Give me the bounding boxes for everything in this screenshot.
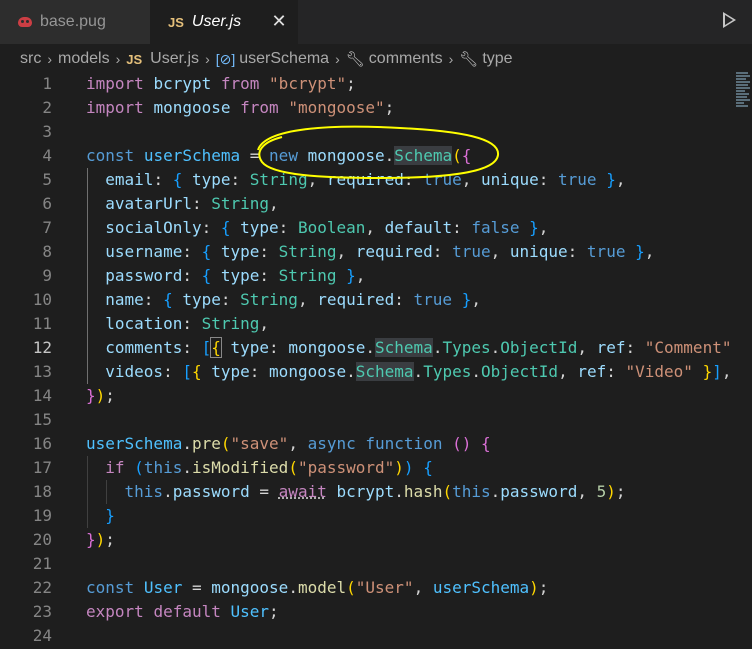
code-text: export default User; xyxy=(86,602,279,621)
code-text: socialOnly: { type: Boolean, default: fa… xyxy=(105,218,549,237)
line-number: 12 xyxy=(32,338,52,357)
code-text: comments: [{ type: mongoose.Schema.Types… xyxy=(105,337,732,358)
chevron-right-icon: › xyxy=(47,51,52,67)
code-line: 7 socialOnly: { type: Boolean, default: … xyxy=(0,216,752,240)
line-number: 6 xyxy=(42,194,52,213)
code-text: if (this.isModified("password")) { xyxy=(105,458,433,477)
close-icon[interactable]: ✕ xyxy=(270,11,288,31)
code-line: 1 import bcrypt from "bcrypt"; xyxy=(0,72,752,96)
breadcrumb: src › models › JS User.js › [⊘] userSche… xyxy=(20,46,513,72)
code-text: userSchema.pre("save", async function ()… xyxy=(86,434,491,453)
code-line: 3 xyxy=(0,120,752,144)
breadcrumb-item-models[interactable]: models xyxy=(58,50,110,68)
code-line: 11 location: String, xyxy=(0,312,752,336)
line-number: 2 xyxy=(42,98,52,117)
code-text: }); xyxy=(86,386,115,405)
code-text: username: { type: String, required: true… xyxy=(105,242,655,261)
code-text: avatarUrl: String, xyxy=(105,194,279,213)
code-text: password: { type: String }, xyxy=(105,266,366,285)
code-line: 18 this.password = await bcrypt.hash(thi… xyxy=(0,480,752,504)
code-text: }); xyxy=(86,530,115,549)
code-line: 21 xyxy=(0,552,752,576)
breadcrumb-item-type[interactable]: type xyxy=(482,50,512,68)
code-line-current: 12 comments: [{ type: mongoose.Schema.Ty… xyxy=(0,336,752,360)
code-text: import mongoose from "mongoose"; xyxy=(86,98,395,117)
code-line: 8 username: { type: String, required: tr… xyxy=(0,240,752,264)
tab-label: User.js xyxy=(191,13,242,30)
chevron-right-icon: › xyxy=(335,51,340,67)
line-number: 20 xyxy=(32,530,52,549)
code-line: 15 xyxy=(0,408,752,432)
pug-file-icon xyxy=(18,17,32,27)
line-number: 23 xyxy=(32,602,52,621)
line-number: 13 xyxy=(32,362,52,381)
code-line: 19 } xyxy=(0,504,752,528)
code-text: } xyxy=(105,506,115,525)
code-text: import bcrypt from "bcrypt"; xyxy=(86,74,356,93)
code-line: 2 import mongoose from "mongoose"; xyxy=(0,96,752,120)
line-number: 7 xyxy=(42,218,52,237)
line-number: 17 xyxy=(32,458,52,477)
breadcrumb-item-comments[interactable]: comments xyxy=(369,50,443,68)
line-number: 11 xyxy=(32,314,52,333)
code-line: 10 name: { type: String, required: true … xyxy=(0,288,752,312)
chevron-right-icon: › xyxy=(448,51,454,67)
code-line: 16 userSchema.pre("save", async function … xyxy=(0,432,752,456)
line-number: 19 xyxy=(32,506,52,525)
line-number: 21 xyxy=(32,554,52,573)
chevron-right-icon: › xyxy=(115,51,121,67)
code-line: 9 password: { type: String }, xyxy=(0,264,752,288)
code-text: videos: [{ type: mongoose.Schema.Types.O… xyxy=(105,362,732,381)
breadcrumb-item-file[interactable]: User.js xyxy=(150,50,199,68)
wrench-icon: 🔧︎ xyxy=(459,51,479,68)
line-number: 9 xyxy=(42,266,52,285)
run-icon[interactable] xyxy=(723,12,736,28)
code-line: 24 xyxy=(0,624,752,648)
code-line: 20}); xyxy=(0,528,752,552)
line-number: 24 xyxy=(32,626,52,645)
code-line: 13 videos: [{ type: mongoose.Schema.Type… xyxy=(0,360,752,384)
line-number: 16 xyxy=(32,434,52,453)
tab-bar: base.pug JS User.js ✕ xyxy=(0,0,752,45)
line-number: 5 xyxy=(42,170,52,189)
code-text: name: { type: String, required: true }, xyxy=(105,290,481,309)
line-number: 15 xyxy=(32,410,52,429)
code-text: const User = mongoose.model("User", user… xyxy=(86,578,549,597)
code-editor[interactable]: 1 import bcrypt from "bcrypt"; 2 import mo… xyxy=(0,72,752,649)
js-file-icon: JS xyxy=(168,14,184,30)
tab-user-js[interactable]: JS User.js ✕ xyxy=(150,0,298,44)
code-line: 22 const User = mongoose.model("User", us… xyxy=(0,576,752,600)
code-line: 17 if (this.isModified("password")) { xyxy=(0,456,752,480)
code-line: 5 email: { type: String, required: true,… xyxy=(0,168,752,192)
line-number: 22 xyxy=(32,578,52,597)
line-number: 3 xyxy=(42,122,52,141)
code-text: this.password = await bcrypt.hash(this.p… xyxy=(124,482,626,501)
code-text: email: { type: String, required: true, u… xyxy=(105,170,626,189)
code-line: 14}); xyxy=(0,384,752,408)
line-number: 8 xyxy=(42,242,52,261)
js-file-icon: JS xyxy=(126,51,143,67)
line-number: 4 xyxy=(42,146,52,165)
code-text: const userSchema = new mongoose.Schema({ xyxy=(86,146,472,165)
wrench-icon: 🔧︎ xyxy=(345,51,365,68)
tab-label: base.pug xyxy=(40,13,106,30)
code-line: 6 avatarUrl: String, xyxy=(0,192,752,216)
variable-icon: [⊘] xyxy=(215,50,236,67)
chevron-right-icon: › xyxy=(205,51,210,67)
line-number: 1 xyxy=(42,74,52,93)
line-number: 10 xyxy=(32,290,52,309)
breadcrumb-item-userschema[interactable]: userSchema xyxy=(239,50,329,68)
code-line: 23 export default User; xyxy=(0,600,752,624)
code-text: location: String, xyxy=(105,314,270,333)
tab-base-pug[interactable]: base.pug xyxy=(0,0,150,44)
code-line: 4 const userSchema = new mongoose.Schema(… xyxy=(0,144,752,168)
line-number: 18 xyxy=(32,482,52,501)
breadcrumb-item-src[interactable]: src xyxy=(20,50,41,68)
line-number: 14 xyxy=(32,386,52,405)
